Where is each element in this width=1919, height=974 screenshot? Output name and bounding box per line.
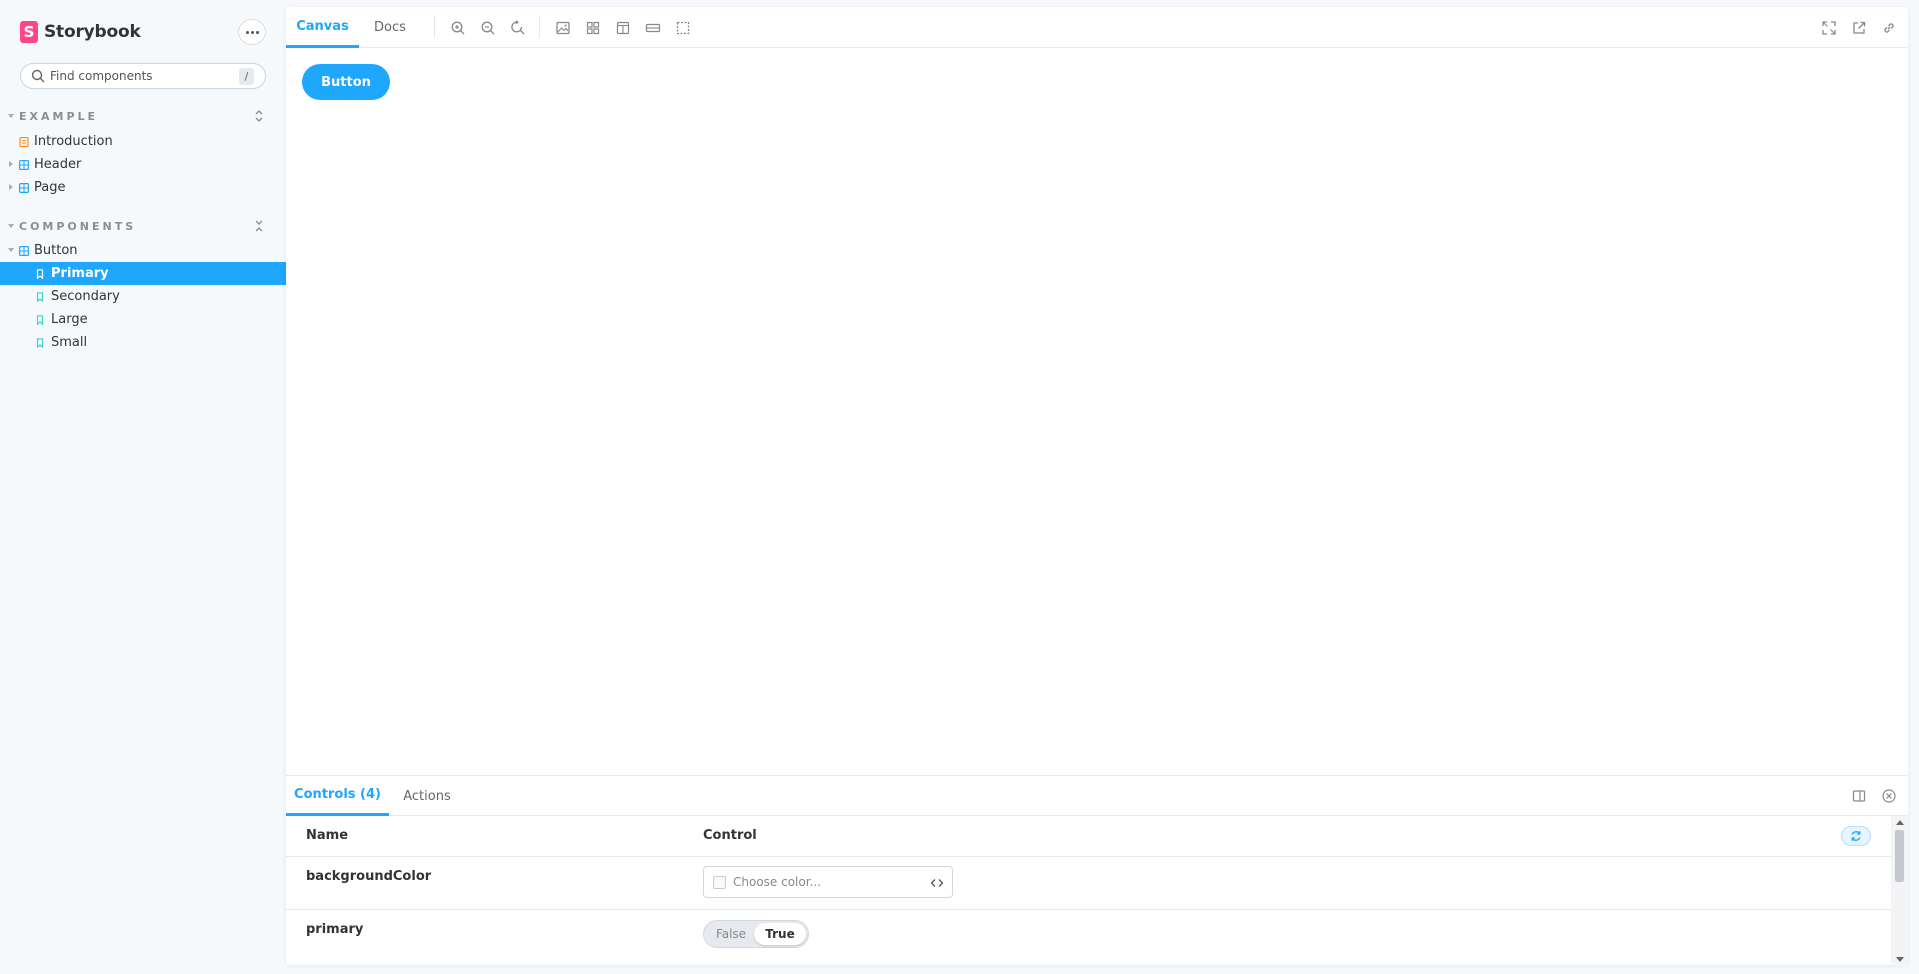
ellipsis-icon (245, 30, 249, 34)
column-header-control: Control (703, 828, 757, 843)
bookmark-icon (35, 291, 45, 302)
sidebar-item-label: Secondary (51, 289, 120, 304)
table-row: primary False True (286, 910, 1891, 966)
color-control[interactable] (703, 866, 953, 898)
group-header-components[interactable]: COMPONENTS (8, 218, 266, 234)
caret-down-icon (8, 224, 14, 228)
group-title: COMPONENTS (19, 219, 137, 233)
caret-right-icon (9, 184, 13, 190)
document-icon (19, 136, 29, 147)
copy-link-icon[interactable] (1881, 20, 1897, 36)
tab-actions[interactable]: Actions (389, 776, 465, 816)
ellipsis-dot (250, 30, 254, 34)
sidebar-item-primary[interactable]: Primary (0, 262, 286, 285)
addons-tabs: Controls (4) Actions (286, 776, 1908, 816)
background-icon[interactable] (555, 20, 571, 36)
brand[interactable]: S Storybook (20, 20, 141, 44)
zoom-out-icon[interactable] (480, 20, 496, 36)
open-new-tab-icon[interactable] (1851, 20, 1867, 36)
preview-panel: Canvas Docs Button Controls (4) Actions … (286, 7, 1908, 966)
tab-canvas[interactable]: Canvas (286, 7, 359, 48)
controls-table-header: Name Control (286, 816, 1891, 857)
scroll-up-icon[interactable] (1896, 820, 1904, 825)
zoom-reset-icon[interactable] (510, 20, 526, 36)
caret-right-icon (9, 161, 13, 167)
toggle-option-true[interactable]: True (754, 923, 806, 945)
table-row: backgroundColor (286, 857, 1891, 910)
measure-icon[interactable] (645, 20, 661, 36)
preview-toolbar: Canvas Docs (286, 7, 1908, 48)
boolean-toggle[interactable]: False True (703, 920, 809, 948)
bookmark-icon (35, 268, 45, 279)
sidebar-item-label: Large (51, 312, 88, 327)
search-shortcut-badge: / (239, 68, 254, 85)
refresh-icon (1851, 830, 1861, 842)
toolbar-divider (539, 16, 540, 38)
search-input[interactable] (50, 65, 230, 87)
brand-name: Storybook (44, 22, 141, 42)
sidebar-item-label: Page (34, 180, 66, 195)
panel-orientation-icon[interactable] (1851, 788, 1867, 804)
component-icon (19, 182, 29, 193)
outline-icon[interactable] (675, 20, 691, 36)
bookmark-icon (35, 314, 45, 325)
sidebar-item-label: Button (34, 243, 78, 258)
sidebar: S Storybook / EXAMPLE In (0, 0, 286, 974)
demo-primary-button[interactable]: Button (302, 64, 390, 100)
caret-down-icon (8, 248, 14, 252)
reset-controls-button[interactable] (1841, 826, 1871, 846)
sidebar-item-label: Primary (51, 266, 109, 281)
color-swatch[interactable] (713, 876, 726, 889)
code-toggle-icon[interactable] (930, 875, 944, 889)
tab-controls[interactable]: Controls (4) (286, 776, 389, 816)
fullscreen-icon[interactable] (1821, 20, 1837, 36)
tab-docs[interactable]: Docs (359, 7, 421, 48)
sidebar-item-large[interactable]: Large (0, 308, 286, 331)
search-icon (30, 68, 46, 84)
toggle-option-false[interactable]: False (708, 923, 754, 945)
scroll-thumb[interactable] (1895, 830, 1904, 882)
component-icon (19, 245, 29, 256)
story-canvas: Button (286, 48, 1908, 782)
sidebar-item-label: Header (34, 157, 82, 172)
ellipsis-dot (255, 30, 259, 34)
group-header-example[interactable]: EXAMPLE (8, 108, 266, 124)
grid-icon[interactable] (585, 20, 601, 36)
storybook-app: S Storybook / EXAMPLE In (0, 0, 1919, 974)
addons-panel: Controls (4) Actions Name Control backgr… (286, 775, 1908, 966)
expand-all-icon[interactable] (252, 109, 266, 123)
bookmark-icon (35, 337, 45, 348)
zoom-in-icon[interactable] (450, 20, 466, 36)
sidebar-item-label: Introduction (34, 134, 113, 149)
sidebar-item-header[interactable]: Header (0, 153, 286, 176)
sidebar-item-button[interactable]: Button (0, 239, 286, 262)
sidebar-item-small[interactable]: Small (0, 331, 286, 354)
search-box[interactable]: / (20, 63, 266, 89)
sidebar-item-page[interactable]: Page (0, 176, 286, 199)
storybook-logo-icon: S (20, 21, 38, 43)
more-menu-button[interactable] (238, 19, 266, 45)
color-input[interactable] (733, 873, 913, 891)
controls-scrollbar[interactable] (1891, 816, 1908, 966)
toolbar-divider (434, 16, 435, 38)
viewport-icon[interactable] (615, 20, 631, 36)
caret-down-icon (8, 114, 14, 118)
component-icon (19, 159, 29, 170)
scroll-down-icon[interactable] (1896, 957, 1904, 962)
sidebar-item-introduction[interactable]: Introduction (0, 130, 286, 153)
prop-name: primary (306, 922, 364, 937)
collapse-all-icon[interactable] (252, 219, 266, 233)
prop-name: backgroundColor (306, 869, 432, 884)
sidebar-item-secondary[interactable]: Secondary (0, 285, 286, 308)
group-title: EXAMPLE (19, 109, 99, 123)
close-panel-icon[interactable] (1881, 788, 1897, 804)
controls-table: Name Control backgroundColor Choose colo… (286, 816, 1891, 966)
column-header-name: Name (306, 828, 349, 843)
sidebar-item-label: Small (51, 335, 88, 350)
